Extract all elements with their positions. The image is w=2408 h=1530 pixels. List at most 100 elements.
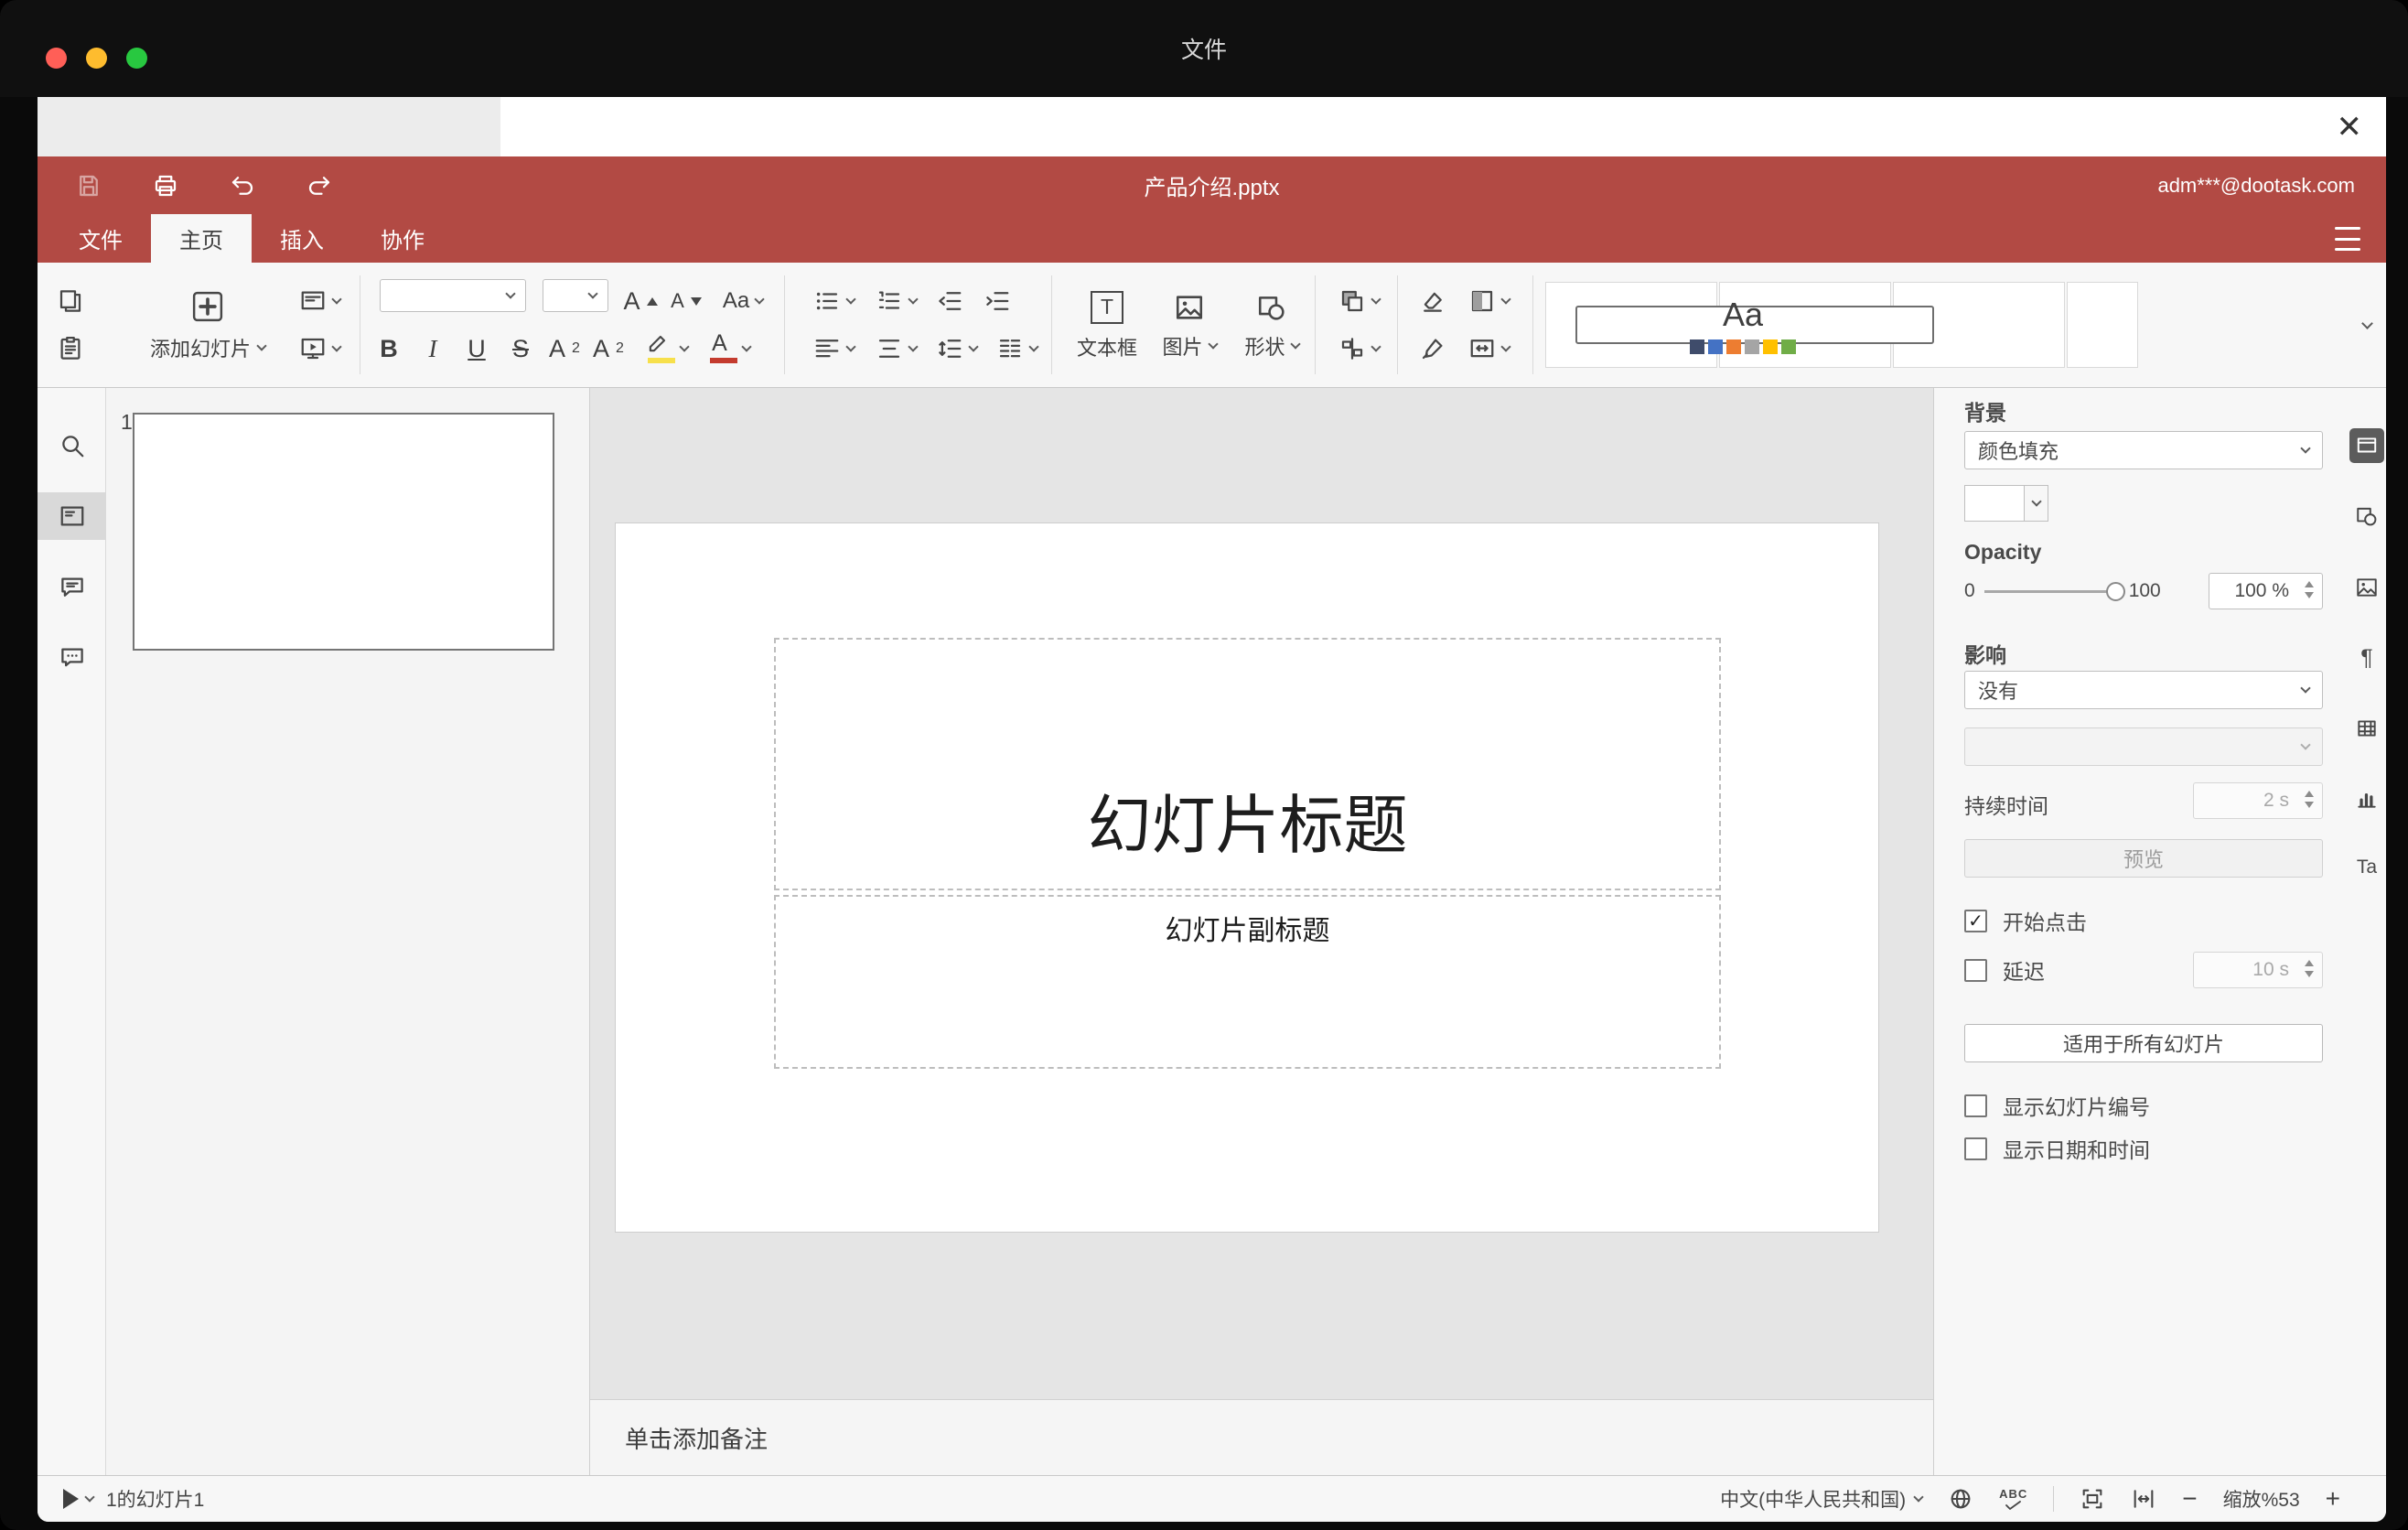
superscript-button[interactable]: A2 [544,329,585,369]
delay-label: 延迟 [2003,960,2045,984]
slider-knob[interactable] [2105,581,2125,601]
color-scheme-button[interactable] [1459,281,1518,321]
arrow-up-icon [646,296,658,306]
zoom-out-button[interactable]: − [2182,1486,2197,1512]
title-placeholder[interactable]: 幻灯片标题 [774,638,1721,890]
opacity-slider[interactable] [1983,581,2125,601]
fit-width-button[interactable] [2131,1486,2156,1512]
tab-home[interactable]: 主页 [151,214,252,263]
columns-button[interactable] [987,329,1046,369]
italic-button[interactable]: I [413,329,453,369]
effect-label: 影响 [1964,643,2006,667]
decrease-font-size-button[interactable]: A [665,281,707,321]
app-window: 文件 ✕ 产品介绍.pptx adm***@dootask.com 文件 主页 … [0,0,2408,1530]
theme-thumbnail[interactable] [2067,282,2138,368]
clear-style-button[interactable] [1412,281,1454,321]
subtitle-placeholder[interactable]: 幻灯片副标题 [774,895,1721,1069]
arrange-shapes-button[interactable] [1329,281,1388,321]
effect-select[interactable]: 没有 [1964,671,2323,709]
feedback-button[interactable] [51,637,93,679]
menu-hamburger-icon[interactable] [2335,227,2360,251]
delay-row[interactable]: 延迟 [1964,956,2045,984]
underline-button[interactable]: U [457,329,497,369]
delay-checkbox[interactable] [1964,958,1987,982]
copy-style-button[interactable] [1412,329,1454,369]
slide-thumbnail[interactable] [133,413,554,651]
bullets-button[interactable] [804,281,863,321]
spinner-arrows-icon[interactable] [2305,581,2314,598]
zoom-in-button[interactable]: + [2326,1486,2340,1512]
start-slideshow-status-button[interactable] [63,1489,95,1509]
insert-text-box-button[interactable]: T 文本框 [1068,275,1146,376]
chat-icon [61,648,83,667]
paste-button[interactable] [50,329,91,369]
change-layout-button[interactable] [290,281,349,321]
chevron-down-icon [256,340,267,351]
horizontal-align-button[interactable] [804,329,863,369]
decrease-indent-button[interactable] [929,281,971,321]
start-slideshow-button[interactable] [290,329,349,369]
strikethrough-button[interactable]: S [500,329,541,369]
fit-slide-button[interactable] [2080,1486,2105,1512]
fill-color-picker[interactable] [1964,485,2048,522]
shape-settings-tab[interactable] [2349,499,2384,533]
subscript-button[interactable]: A2 [588,329,629,369]
change-case-button[interactable]: Aa [711,281,775,321]
language-selector[interactable]: 中文(中华人民共和国) [1720,1485,1924,1513]
zoom-level[interactable]: 缩放%53 [2223,1485,2300,1513]
align-shapes-button[interactable] [1329,329,1388,369]
slide[interactable]: 幻灯片标题 幻灯片副标题 [616,523,1878,1232]
document-language-button[interactable] [1948,1486,1973,1512]
add-slide-button[interactable]: 添加幻灯片 [125,274,290,376]
copy-button[interactable] [50,281,91,321]
line-spacing-button[interactable] [927,329,985,369]
numbering-button[interactable] [866,281,925,321]
insert-shape-button[interactable]: 形状 [1232,275,1311,376]
fill-color-swatch [1964,485,2025,522]
text-art-icon: Ta [2356,857,2378,878]
table-settings-tab[interactable] [2349,711,2384,746]
slide-settings-tab[interactable] [2349,428,2384,463]
tab-collaboration[interactable]: 协作 [352,214,453,263]
apply-to-all-slides-button[interactable]: 适用于所有幻灯片 [1964,1024,2323,1062]
fill-type-select[interactable]: 颜色填充 [1964,431,2323,469]
close-icon[interactable]: ✕ [2337,97,2363,156]
show-slide-number-checkbox[interactable] [1964,1094,1987,1117]
tab-insert[interactable]: 插入 [252,214,352,263]
slides-panel-button[interactable] [51,495,93,537]
search-button[interactable] [51,425,93,467]
show-slide-number-row[interactable]: 显示幻灯片编号 [1964,1092,2150,1119]
spellcheck-button[interactable]: ABC [1999,1487,2027,1511]
delay-value: 10 s [2252,959,2289,980]
paragraph-settings-tab[interactable]: ¶ [2349,641,2384,675]
start-on-click-row[interactable]: 开始点击 [1964,907,2087,934]
text-art-settings-tab[interactable]: Ta [2349,850,2384,885]
chevron-down-icon [2300,739,2311,750]
theme-gallery-expand-button[interactable] [2349,305,2385,345]
font-name-combobox[interactable] [380,279,526,312]
comments-button[interactable] [51,566,93,609]
arrange-icon [1341,290,1362,312]
subscript-letter: A [593,334,610,362]
insert-image-button[interactable]: 图片 [1150,275,1229,376]
increase-font-size-button[interactable]: A [619,281,661,321]
tab-file[interactable]: 文件 [50,214,151,263]
vertical-align-button[interactable] [866,329,925,369]
image-settings-tab[interactable] [2349,570,2384,605]
text-box-letter: T [1100,295,1114,318]
bold-button[interactable]: B [380,335,398,363]
chevron-down-icon [844,294,856,305]
align-left-icon [815,339,838,358]
theme-thumbnail-selected[interactable]: Aa [1575,296,1934,354]
font-color-button[interactable]: A [698,329,755,369]
highlight-color-button[interactable] [634,329,694,369]
slide-size-button[interactable] [1459,329,1518,369]
opacity-spinner[interactable]: 100 % [2209,573,2323,609]
chart-settings-tab[interactable] [2349,781,2384,816]
notes-area[interactable]: 单击添加备注 [590,1399,1934,1475]
show-date-time-checkbox[interactable] [1964,1137,1987,1160]
increase-indent-button[interactable] [976,281,1018,321]
font-size-combobox[interactable] [543,279,608,312]
start-on-click-checkbox[interactable] [1964,909,1987,932]
show-date-time-row[interactable]: 显示日期和时间 [1964,1135,2150,1162]
